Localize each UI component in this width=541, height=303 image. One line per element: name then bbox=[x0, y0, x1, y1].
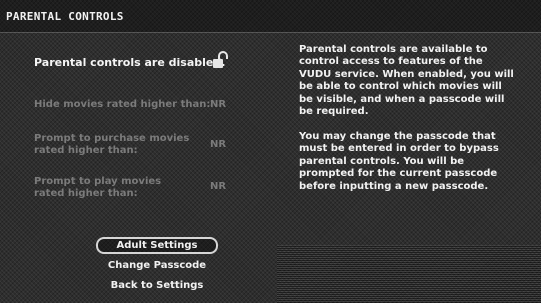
hide-movies-label: Hide movies rated higher than: bbox=[34, 99, 211, 110]
info-paragraph-passcode: You may change the passcode that must be… bbox=[299, 131, 499, 192]
back-to-settings-button[interactable]: Back to Settings bbox=[96, 277, 218, 294]
left-panel: Parental controls are disabled. Hide mov… bbox=[0, 33, 275, 303]
unlocked-padlock-icon bbox=[213, 51, 228, 68]
prompt-purchase-value: NR bbox=[210, 139, 227, 150]
decorative-stripes bbox=[277, 245, 541, 303]
parental-controls-status: Parental controls are disabled. bbox=[34, 56, 226, 69]
prompt-purchase-label: Prompt to purchase movies rated higher t… bbox=[34, 133, 190, 156]
prompt-play-label: Prompt to play movies rated higher than: bbox=[34, 176, 162, 199]
prompt-play-value: NR bbox=[210, 181, 227, 192]
change-passcode-button[interactable]: Change Passcode bbox=[96, 257, 218, 274]
info-paragraph-parental-controls: Parental controls are available to contr… bbox=[299, 44, 514, 118]
header-bar: PARENTAL CONTROLS bbox=[0, 0, 541, 33]
page-title: PARENTAL CONTROLS bbox=[6, 10, 124, 23]
hide-movies-value: NR bbox=[210, 99, 227, 110]
adult-settings-button[interactable]: Adult Settings bbox=[96, 237, 218, 254]
